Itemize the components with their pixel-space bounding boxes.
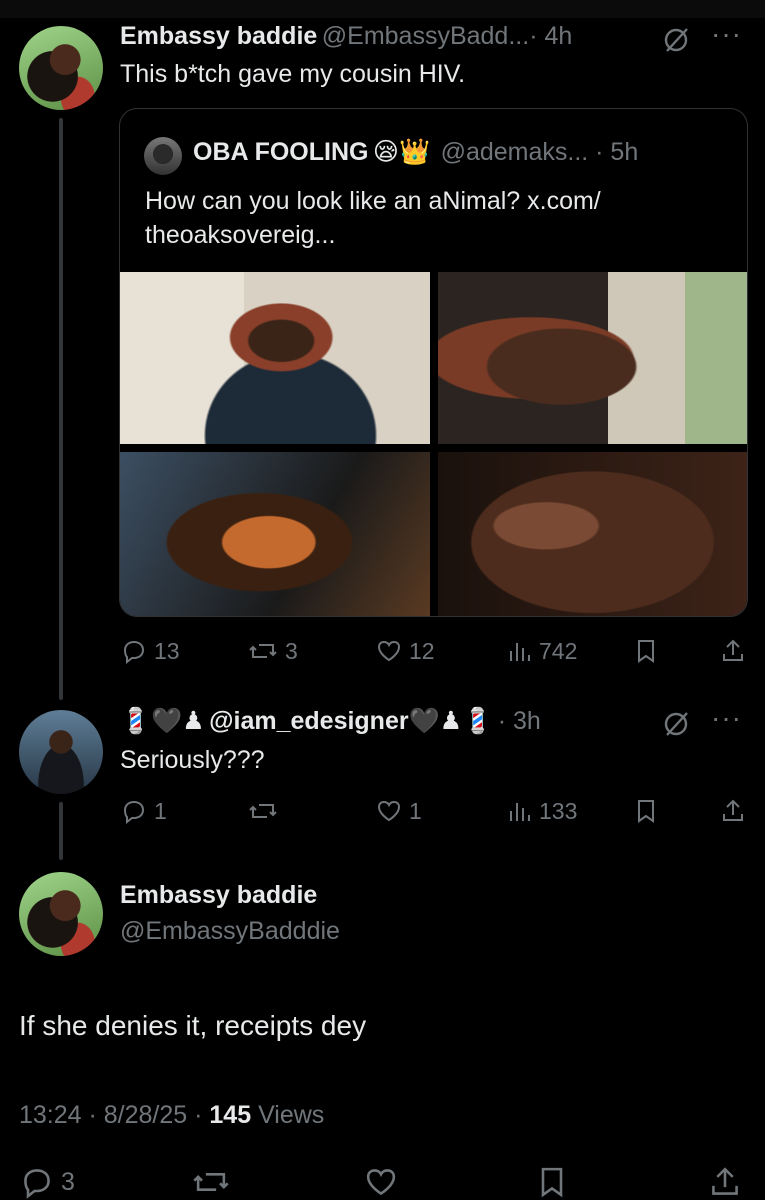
quoted-tweet[interactable]: OBA FOOLING 😪👑 @ademaks... · 5h How can … (119, 108, 748, 617)
share-icon (723, 639, 743, 661)
more-icon[interactable]: ··· (711, 702, 742, 734)
tweet-time[interactable]: · 4h (529, 22, 572, 50)
quoted-header: OBA FOOLING 😪👑 @ademaks... · 5h (193, 137, 638, 167)
bookmark-icon (638, 640, 654, 663)
reply-count: 3 (61, 1167, 75, 1196)
avatar[interactable] (19, 26, 103, 110)
reply-button[interactable]: 3 (19, 1164, 75, 1200)
bookmark-icon (638, 800, 654, 823)
quoted-author-handle: @ademaks... · 5h (440, 138, 639, 166)
share-button[interactable] (720, 637, 746, 665)
bookmark-button[interactable] (634, 637, 658, 665)
avatar (144, 137, 182, 175)
author-handle[interactable]: @EmbassyBadd... (322, 22, 529, 50)
like-count: 12 (409, 637, 435, 664)
repost-icon (249, 804, 277, 818)
tweet-header: Embassy baddie @EmbassyBadd...· 4h (120, 22, 572, 51)
views-count: 145 (209, 1101, 252, 1129)
reply-icon (24, 1169, 50, 1199)
heart-icon (377, 640, 401, 662)
bookmark-button[interactable] (634, 797, 658, 825)
top-bar (0, 0, 765, 18)
repost-button[interactable]: 3 (247, 637, 298, 665)
tweet-text: Seriously??? (120, 746, 265, 774)
like-button[interactable]: 1 (375, 797, 422, 825)
heart-icon (366, 1169, 396, 1196)
repost-icon (193, 1173, 229, 1191)
quoted-text-line-2: theoaksovereig... (145, 221, 336, 249)
repost-count: 3 (285, 637, 298, 664)
author-name[interactable]: Embassy baddie (120, 22, 317, 50)
timestamp[interactable]: 13:24 · 8/28/25 · (19, 1101, 209, 1129)
views-count: 742 (539, 637, 578, 664)
quoted-image-1[interactable] (120, 272, 430, 444)
tweet-header: 💈🖤♟ @iam_edesigner🖤♟💈 · 3h (120, 706, 541, 736)
quoted-author-emoji: 😪👑 (372, 138, 431, 166)
quoted-image-3[interactable] (120, 452, 430, 616)
views-count: 133 (539, 797, 578, 824)
thread-line (59, 802, 63, 860)
bookmark-icon (541, 1167, 563, 1198)
grok-icon[interactable] (661, 25, 691, 60)
share-button[interactable] (708, 1164, 742, 1200)
repost-button[interactable] (247, 797, 285, 825)
quoted-author-name: OBA FOOLING (193, 138, 369, 166)
share-icon (723, 799, 743, 821)
repost-button[interactable] (190, 1164, 232, 1200)
grok-icon[interactable] (661, 709, 691, 744)
share-icon (712, 1167, 738, 1195)
tweet-time[interactable]: · 3h (498, 707, 541, 735)
thread-line (59, 118, 63, 700)
author-handle[interactable]: @EmbassyBadddie (120, 917, 340, 946)
quoted-image-4[interactable] (438, 452, 747, 616)
heart-icon (377, 800, 401, 822)
like-button[interactable]: 12 (375, 637, 435, 665)
views-icon (510, 803, 530, 821)
name-emoji-suffix: 🖤♟💈 (408, 707, 494, 735)
reply-button[interactable]: 13 (120, 637, 180, 665)
reply-icon (123, 800, 145, 825)
reply-count: 13 (154, 637, 180, 664)
tweet-text: This b*tch gave my cousin HIV. (120, 60, 466, 88)
avatar[interactable] (19, 710, 103, 794)
tweet-meta: 13:24 · 8/28/25 · 145 Views (19, 1101, 324, 1130)
bookmark-button[interactable] (536, 1164, 568, 1200)
main-tweet-text: If she denies it, receipts dey (19, 1010, 367, 1041)
more-icon[interactable]: ··· (711, 18, 742, 50)
reply-icon (123, 640, 145, 665)
author-handle[interactable]: @iam_edesigner (209, 707, 408, 735)
reply-button[interactable]: 1 (120, 797, 167, 825)
name-emoji-prefix: 💈🖤♟ (120, 707, 205, 735)
views-button[interactable]: 742 (507, 637, 577, 665)
avatar[interactable] (19, 872, 103, 956)
author-name[interactable]: Embassy baddie (120, 881, 317, 910)
reply-count: 1 (154, 797, 167, 824)
views-button[interactable]: 133 (507, 797, 577, 825)
like-button[interactable] (362, 1164, 400, 1200)
repost-icon (249, 644, 277, 658)
views-label: Views (251, 1101, 325, 1129)
views-icon (510, 643, 530, 661)
share-button[interactable] (720, 797, 746, 825)
quoted-image-2[interactable] (438, 272, 747, 444)
like-count: 1 (409, 797, 422, 824)
quoted-text-line-1: How can you look like an aNimal? x.com/ (145, 187, 601, 215)
